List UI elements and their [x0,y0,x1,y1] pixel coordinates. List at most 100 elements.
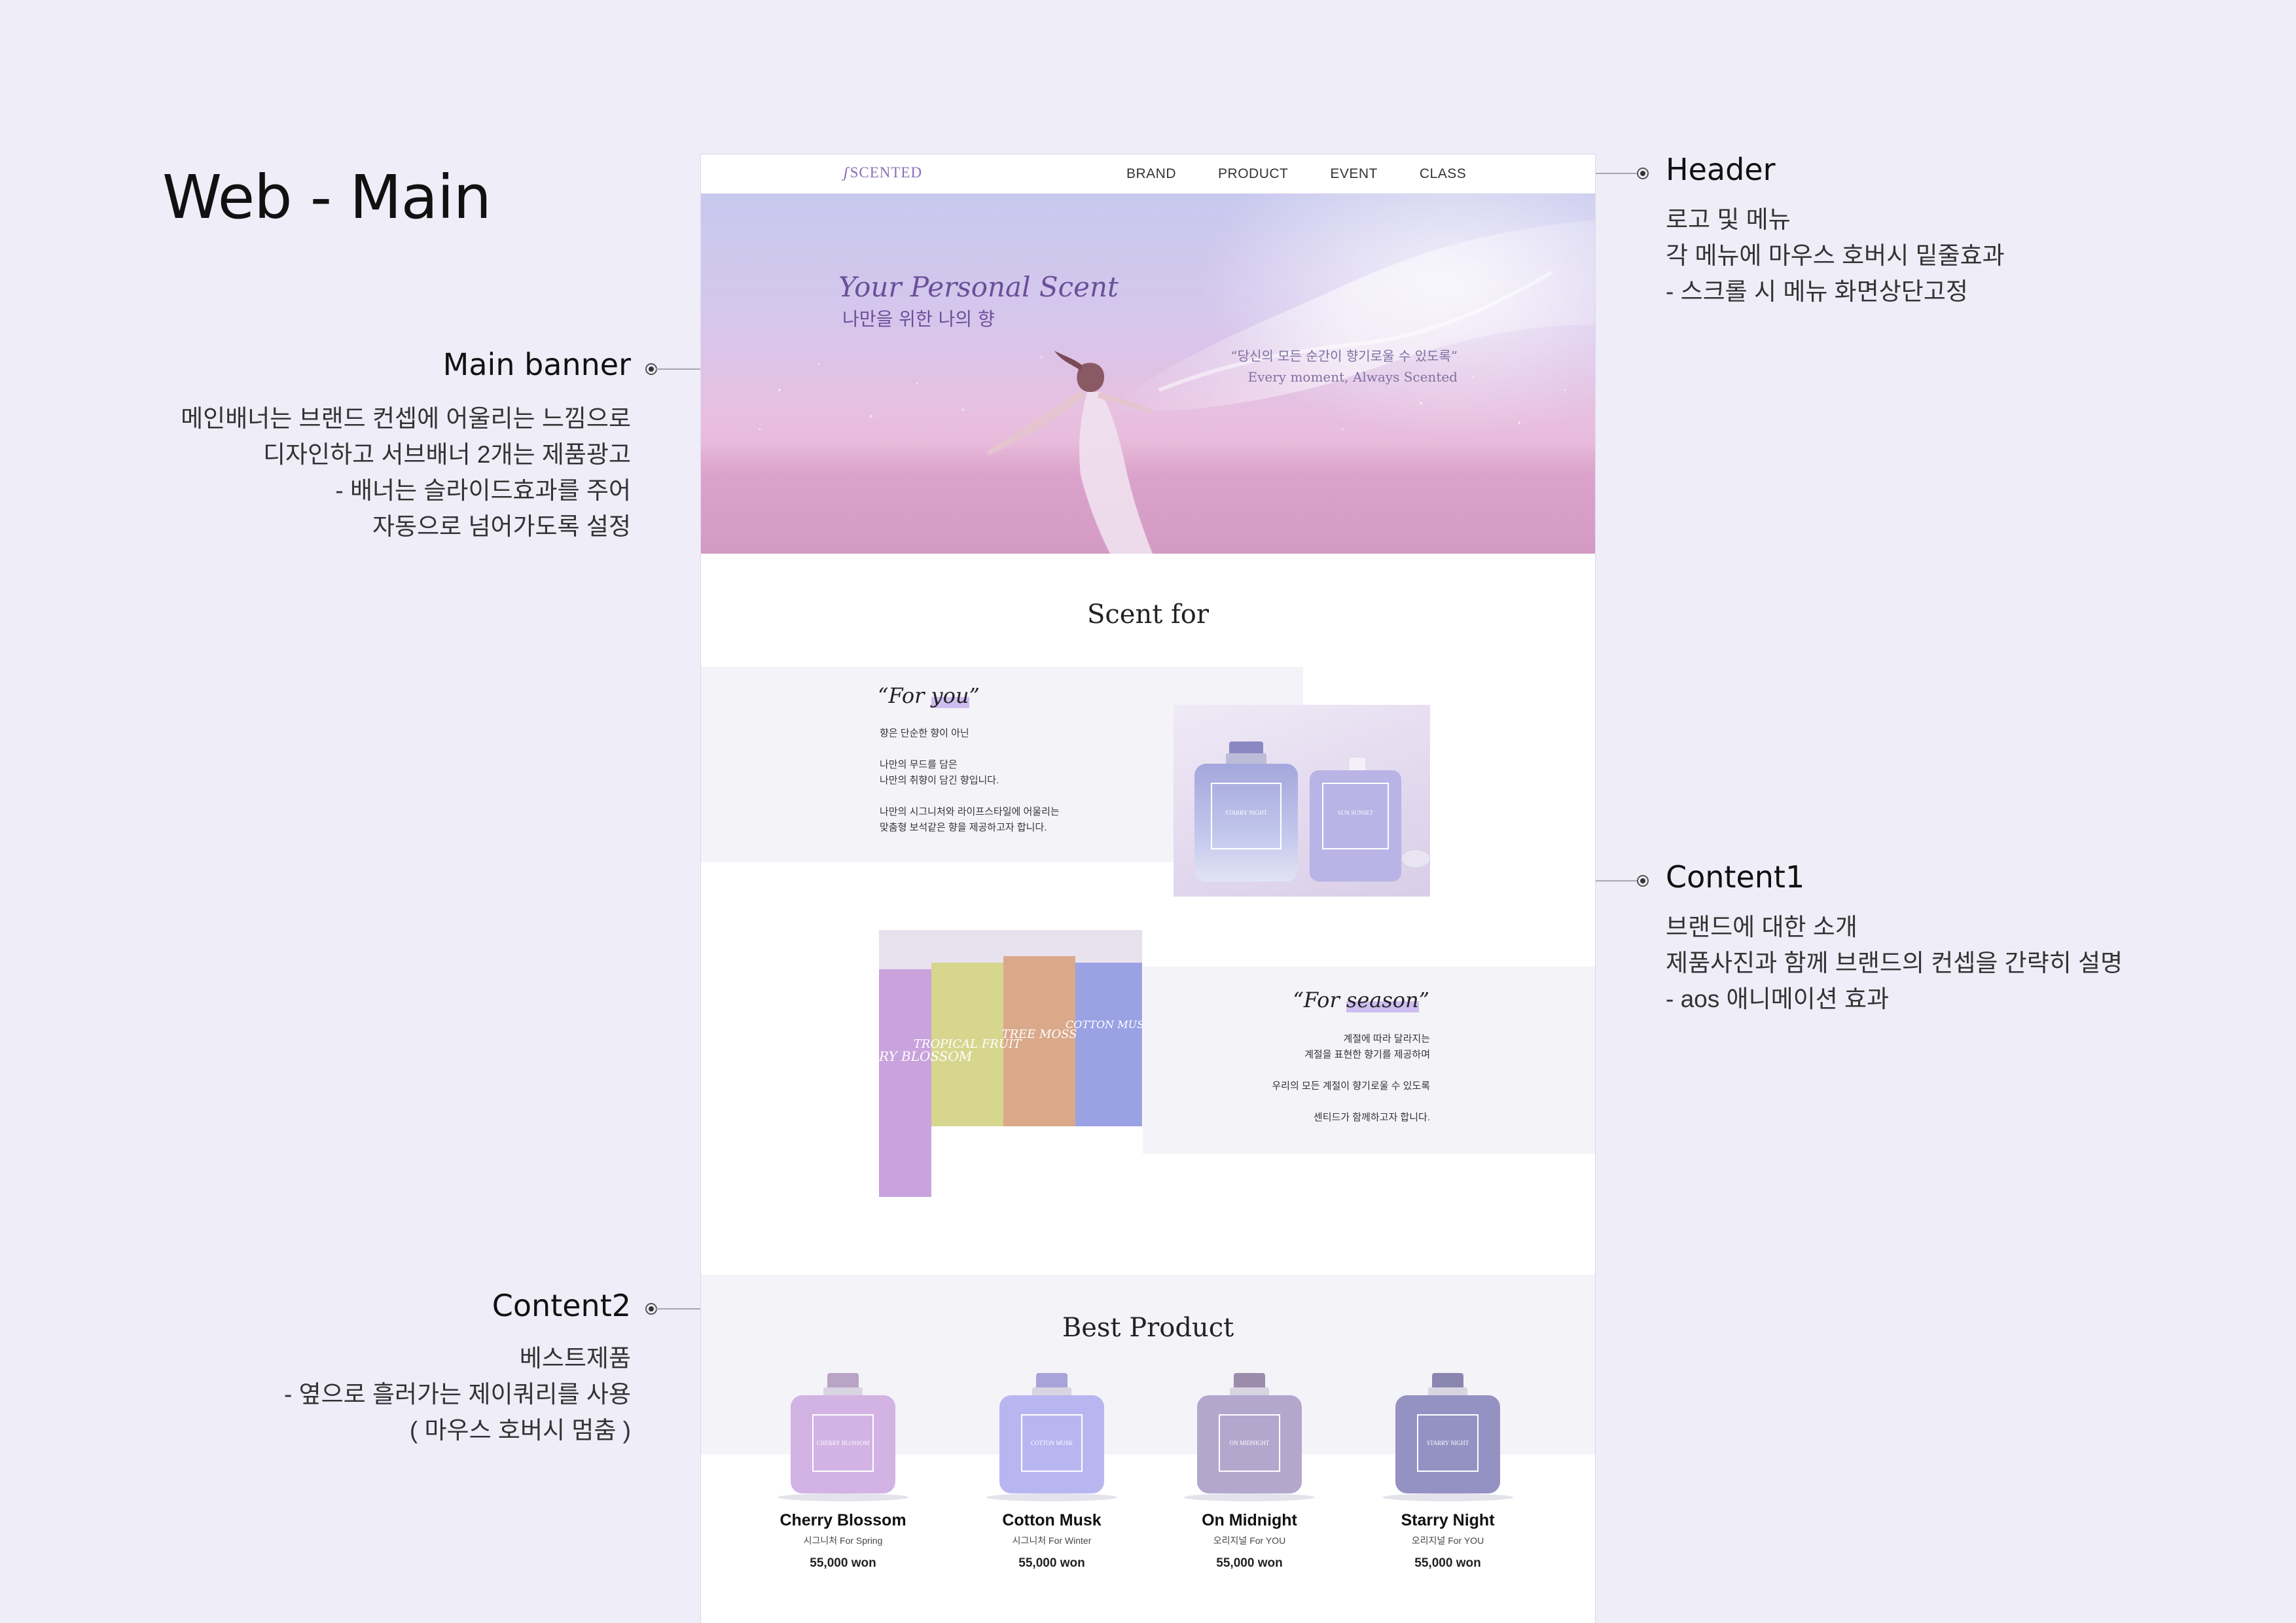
annotation-line: ( 마우스 호버시 멈춤 ) [409,1417,631,1444]
annotation-line: 제품사진과 함께 브랜드의 컨셉을 간략히 설명 [1666,950,2123,976]
quote-open: “For [878,683,931,708]
for-you-title: “For you” [878,683,980,708]
text-line: 나만의 시그니처와 라이프스타일에 어울리는 [880,806,1060,817]
text-line: 맞춤형 보석같은 향을 제공하고자 합니다. [880,822,1047,833]
quote-open: “For [1293,988,1346,1012]
text-line: 우리의 모든 계절이 향기로울 수 있도록 [1272,1080,1430,1092]
site-header: ʃSCENTED BRAND PRODUCT EVENT CLASS [701,154,1595,194]
product-subtitle: 시그니처 For Winter [1012,1535,1092,1546]
product-bottle-image: STARRY NIGHT [1382,1373,1513,1501]
annotation-header: Header 로고 및 메뉴 각 메뉴에 마우스 호버시 밑줄효과 - 스크롤 … [1666,152,2005,310]
annotation-line: 메인배너는 브랜드 컨셉에 어울리는 느낌으로 [181,405,631,432]
bottle-label: SUN SUNSET [1338,810,1374,816]
product-card[interactable]: STARRY NIGHT Starry Night 오리지널 For YOU 55,0… [1369,1372,1526,1571]
for-you-product-photo: STARRY NIGHT SUN SUNSET [1174,705,1430,897]
product-card[interactable]: CHERRY BLOSSOM Cherry Blossom 시그니처 For Spr… [764,1372,922,1571]
annotation-title: Content2 [492,1288,631,1323]
annotation-content2: Content2 베스트제품 - 옆으로 흘러가는 제이쿼리를 사용 ( 마우스… [284,1288,631,1448]
annotation-line: 베스트제품 [519,1345,631,1372]
product-price: 55,000 won [1018,1556,1085,1570]
annotation-description: 베스트제품 - 옆으로 흘러가는 제이쿼리를 사용 ( 마우스 호버시 멈춤 ) [284,1340,631,1448]
annotation-line: 자동으로 넘어가도록 설정 [372,513,631,540]
page-title: Web - Main [162,162,492,232]
product-name: Cotton Musk [1002,1511,1102,1529]
for-season-text: 계절에 따라 달라지는 계절을 표현한 향기를 제공하며 우리의 모든 계절이 … [1272,1031,1430,1126]
product-bottle-image: ON MIDNIGHT [1184,1373,1315,1501]
quote-close: ” [969,683,980,708]
quote-close: ” [1418,988,1429,1012]
best-product-title: Best Product [1062,1313,1234,1343]
text-line: 센티드가 함께하고자 합니다. [1313,1112,1430,1123]
annotation-connector [1595,880,1641,882]
banner-quote: “당신의 모든 순간이 향기로울 수 있도록” Every moment, Al… [1230,346,1458,387]
annotation-description: 메인배너는 브랜드 컨셉에 어울리는 느낌으로 디자인하고 서브배너 2개는 제… [181,401,631,544]
annotation-connector [656,1308,701,1310]
annotation-line: - 스크롤 시 메뉴 화면상단고정 [1666,278,1968,305]
product-subtitle: 시그니처 For Spring [803,1535,883,1546]
website-mockup: ʃSCENTED BRAND PRODUCT EVENT CLASS Your … [701,154,1595,1623]
product-card[interactable]: ON MIDNIGHT On Midnight 오리지널 For YOU 55,000… [1171,1372,1328,1571]
annotation-line: - aos 애니메이션 효과 [1666,986,1890,1012]
logo[interactable]: ʃSCENTED [844,164,922,181]
text-line: 나만의 무드를 담은 [880,759,958,770]
for-season-title: “For season” [1293,988,1429,1012]
woman-figure-image [986,351,1153,554]
annotation-connector [1595,173,1641,174]
annotation-dot [1638,169,1647,178]
product-price: 55,000 won [1414,1556,1481,1570]
annotation-title: Content1 [1666,859,1805,895]
product-price: 55,000 won [1216,1556,1283,1570]
bottle-label: ON MIDNIGHT [1230,1440,1270,1446]
annotation-line: 디자인하고 서브배너 2개는 제품광고 [262,441,631,468]
text-line: 계절에 따라 달라지는 [1343,1033,1430,1044]
bottles-image: STARRY NIGHT SUN SUNSET [1194,741,1430,882]
box-label: COTTON MUSK [1066,1018,1142,1031]
product-price: 55,000 won [810,1556,876,1570]
annotation-line: 로고 및 메뉴 [1666,206,1791,233]
for-you-text: 향은 단순한 향이 아닌 나만의 무드를 담은 나만의 취향이 담긴 향입니다.… [880,726,1060,836]
annotation-dot [647,365,656,374]
annotation-connector [656,368,701,370]
product-card[interactable]: COTTON MUSK Cotton Musk 시그니처 For Winter 55,… [973,1372,1130,1571]
nav-item-product[interactable]: PRODUCT [1218,166,1288,182]
product-subtitle: 오리지널 For YOU [1213,1535,1286,1546]
banner-quote-korean: “당신의 모든 순간이 향기로울 수 있도록” [1230,348,1458,364]
text-line: 나만의 취향이 담긴 향입니다. [880,775,999,786]
banner-quote-english: Every moment, Always Scented [1247,369,1458,385]
logo-text: SCENTED [850,164,923,181]
main-nav: BRAND PRODUCT EVENT CLASS [1126,166,1508,182]
nav-item-class[interactable]: CLASS [1420,166,1466,182]
annotation-line: - 옆으로 흘러가는 제이쿼리를 사용 [284,1381,631,1408]
bottle-label: COTTON MUSK [1031,1440,1073,1446]
logo-mark-icon: ʃ [844,164,849,181]
text-line: 계절을 표현한 향기를 제공하며 [1304,1049,1430,1060]
annotation-title: Header [1666,152,1776,187]
annotation-line: 각 메뉴에 마우스 호버시 밑줄효과 [1666,242,2005,269]
main-banner[interactable]: Your Personal Scent 나만을 위한 나의 향 “당신의 모든 … [701,194,1595,554]
boxes-image: CHERRY BLOSSOM TROPICAL FRUIT TREE MOSS … [879,956,1142,1197]
annotation-title: Main banner [442,347,631,382]
annotation-line: - 배너는 슬라이드효과를 주어 [335,477,631,504]
annotation-dot [1638,876,1647,885]
banner-headline: Your Personal Scent [838,271,1119,303]
text-line: 향은 단순한 향이 아닌 [880,728,969,739]
annotation-content1: Content1 브랜드에 대한 소개 제품사진과 함께 브랜드의 컨셉을 간략… [1666,859,2123,1017]
annotation-main-banner: Main banner 메인배너는 브랜드 컨셉에 어울리는 느낌으로 디자인하… [181,347,631,544]
product-name: On Midnight [1202,1511,1297,1529]
product-name: Starry Night [1401,1511,1495,1529]
nav-item-brand[interactable]: BRAND [1126,166,1176,182]
bottle-label: STARRY NIGHT [1225,810,1268,816]
annotation-description: 로고 및 메뉴 각 메뉴에 마우스 호버시 밑줄효과 - 스크롤 시 메뉴 화면… [1666,202,2005,310]
for-season-product-photo: CHERRY BLOSSOM TROPICAL FRUIT TREE MOSS … [879,930,1142,1197]
product-name: Cherry Blossom [780,1511,906,1529]
quote-highlight: season [1346,988,1419,1012]
product-bottle-image: CHERRY BLOSSOM [778,1373,908,1501]
bottle-label: STARRY NIGHT [1427,1440,1469,1446]
nav-item-event[interactable]: EVENT [1330,166,1378,182]
annotation-description: 브랜드에 대한 소개 제품사진과 함께 브랜드의 컨셉을 간략히 설명 - ao… [1666,909,2123,1017]
annotation-dot [647,1304,656,1313]
bottle-label: CHERRY BLOSSOM [817,1440,869,1446]
annotation-line: 브랜드에 대한 소개 [1666,914,1857,940]
quote-highlight: you [931,683,969,708]
scent-for-title: Scent for [1086,599,1210,630]
